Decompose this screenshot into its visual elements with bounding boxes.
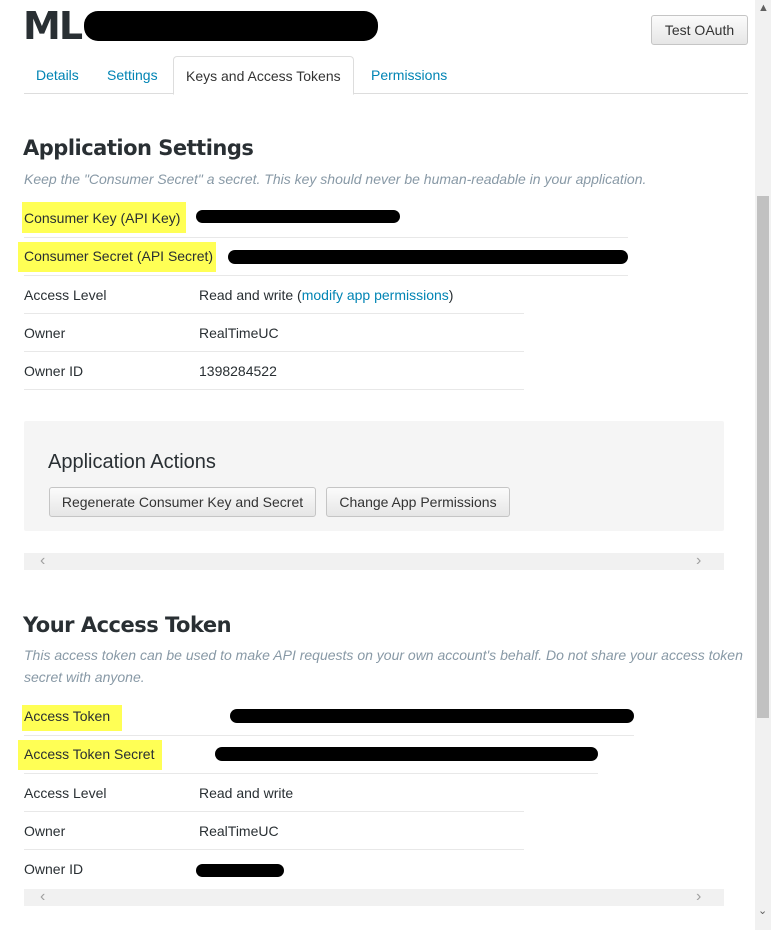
chevron-left-icon[interactable]: ‹ [40,889,45,905]
access-token-secret-redacted [215,747,598,761]
application-settings-title: Application Settings [23,136,254,160]
application-actions-title: Application Actions [48,451,216,473]
tab-details[interactable]: Details [24,56,91,94]
modify-app-permissions-link[interactable]: modify app permissions [302,287,449,303]
owner-id-label: Owner ID [24,363,84,379]
redacted-app-name [84,11,378,41]
change-app-permissions-button[interactable]: Change App Permissions [326,487,510,517]
chevron-down-icon[interactable]: ⌄ [758,904,767,917]
token-owner-id-label: Owner ID [24,861,84,877]
row-divider [24,275,628,276]
tab-permissions[interactable]: Permissions [359,56,459,94]
chevron-right-icon[interactable]: › [696,889,701,905]
row-divider [24,735,634,736]
consumer-key-redacted [196,210,400,223]
token-owner-id-redacted [196,864,284,877]
token-owner-value: RealTimeUC [199,823,279,839]
consumer-key-label: Consumer Key (API Key) [24,210,181,226]
row-divider [24,849,524,850]
row-divider [24,351,524,352]
horizontal-scrollbar[interactable]: ‹ › [24,553,724,570]
access-token-secret-label: Access Token Secret [24,746,155,762]
row-divider [24,773,598,774]
horizontal-scrollbar[interactable]: ‹ › [24,889,724,906]
row-divider [24,389,524,390]
access-level-prefix: Read and write ( [199,287,302,303]
tab-settings[interactable]: Settings [95,56,170,94]
owner-value: RealTimeUC [199,325,279,341]
access-level-value: Read and write (modify app permissions) [199,287,453,303]
tab-keys-and-access-tokens[interactable]: Keys and Access Tokens [173,56,354,95]
access-token-label: Access Token [24,708,111,724]
test-oauth-button[interactable]: Test OAuth [651,15,748,45]
row-divider [24,811,524,812]
access-level-suffix: ) [448,287,454,303]
access-token-redacted [230,709,634,723]
tab-bar: Details Settings Keys and Access Tokens … [24,56,748,95]
consumer-secret-redacted [228,250,628,264]
owner-id-value: 1398284522 [199,363,277,379]
chevron-up-icon[interactable]: ▲ [758,2,769,14]
token-access-level-value: Read and write [199,785,294,801]
token-owner-label: Owner [24,823,66,839]
regenerate-consumer-key-button[interactable]: Regenerate Consumer Key and Secret [49,487,316,517]
application-settings-hint: Keep the "Consumer Secret" a secret. Thi… [24,171,647,187]
access-token-title: Your Access Token [23,613,232,637]
vertical-scrollbar-thumb[interactable] [757,196,769,718]
consumer-secret-label: Consumer Secret (API Secret) [24,248,214,264]
row-divider [24,313,524,314]
access-token-hint: This access token can be used to make AP… [24,647,743,685]
vertical-scrollbar[interactable]: ▲ ⌄ [755,0,771,930]
row-divider [24,237,628,238]
chevron-left-icon[interactable]: ‹ [40,553,45,569]
owner-label: Owner [24,325,66,341]
chevron-right-icon[interactable]: › [696,553,701,569]
token-access-level-label: Access Level [24,785,107,801]
access-level-label: Access Level [24,287,107,303]
app-title: ML [23,4,83,48]
